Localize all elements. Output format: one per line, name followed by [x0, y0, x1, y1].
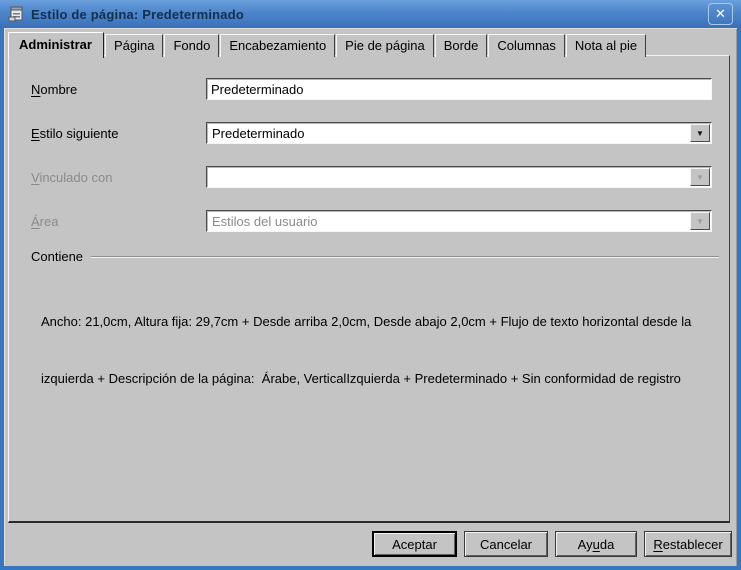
next-style-label: Estilo siguiente — [31, 126, 118, 141]
contains-label: Contiene — [31, 249, 83, 264]
close-icon[interactable]: ✕ — [708, 3, 733, 25]
linked-with-label: Vinculado con — [31, 170, 112, 185]
area-label: Área — [31, 214, 58, 229]
chevron-down-icon: ▼ — [690, 212, 710, 230]
titlebar[interactable]: Estilo de página: Predeterminado ✕ — [0, 0, 741, 28]
tab-nota-al-pie[interactable]: Nota al pie — [566, 34, 646, 57]
chevron-down-icon: ▼ — [690, 168, 710, 186]
help-button[interactable]: Ayuda — [555, 531, 637, 557]
administrar-tab-page: Nombre Estilo siguiente Predeterminado ▼… — [8, 55, 730, 523]
name-input[interactable] — [206, 78, 712, 100]
contains-description: Ancho: 21,0cm, Altura fija: 29,7cm + Des… — [41, 274, 709, 426]
tab-pagina[interactable]: Página — [105, 34, 163, 57]
area-combobox: Estilos del usuario ▼ — [206, 210, 712, 232]
tab-fondo[interactable]: Fondo — [164, 34, 219, 57]
contains-rule — [91, 256, 719, 258]
tab-borde[interactable]: Borde — [435, 34, 488, 57]
contains-line-2: izquierda + Descripción de la página: Ár… — [41, 369, 709, 388]
tab-strip: Administrar Página Fondo Encabezamiento … — [8, 32, 647, 57]
tab-columnas[interactable]: Columnas — [488, 34, 565, 57]
page-style-dialog: Estilo de página: Predeterminado ✕ Admin… — [0, 0, 741, 570]
dialog-body: Administrar Página Fondo Encabezamiento … — [0, 28, 741, 570]
next-style-combobox[interactable]: Predeterminado ▼ — [206, 122, 712, 144]
cancel-button[interactable]: Cancelar — [464, 531, 548, 557]
contains-line-1: Ancho: 21,0cm, Altura fija: 29,7cm + Des… — [41, 312, 709, 331]
contains-section-header: Contiene — [31, 249, 719, 264]
page-style-icon — [7, 5, 25, 23]
tab-encabezamiento[interactable]: Encabezamiento — [220, 34, 335, 57]
accept-button[interactable]: Aceptar — [372, 531, 457, 557]
window-title: Estilo de página: Predeterminado — [31, 7, 244, 22]
tab-administrar[interactable]: Administrar — [8, 32, 104, 58]
tab-pie-de-pagina[interactable]: Pie de página — [336, 34, 434, 57]
chevron-down-icon[interactable]: ▼ — [690, 124, 710, 142]
name-label: Nombre — [31, 82, 77, 97]
reset-button[interactable]: Restablecer — [644, 531, 732, 557]
linked-with-combobox: ▼ — [206, 166, 712, 188]
area-value: Estilos del usuario — [207, 214, 711, 229]
dialog-button-row: Aceptar Cancelar Ayuda Restablecer — [372, 531, 732, 557]
next-style-value: Predeterminado — [207, 126, 711, 141]
